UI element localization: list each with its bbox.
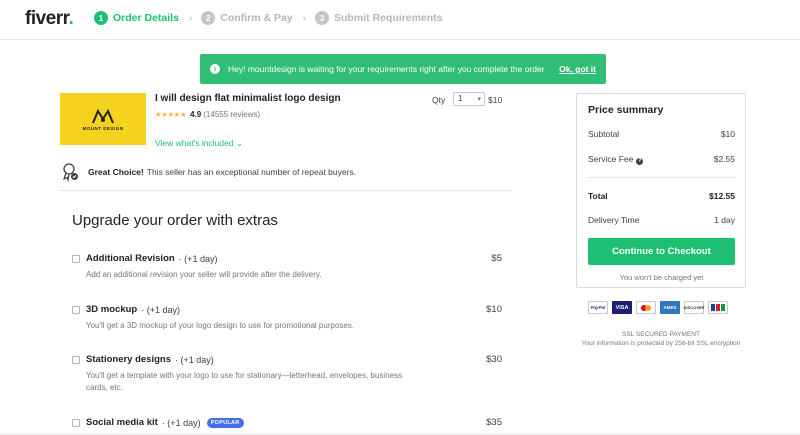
service-fee-value: $2.55 bbox=[713, 154, 735, 164]
not-charged-note: You won't be charged yet bbox=[619, 273, 704, 282]
service-fee-label: Service Fee bbox=[588, 154, 634, 164]
extra-name: Stationery designs bbox=[86, 354, 171, 365]
extra-checkbox[interactable] bbox=[72, 355, 80, 364]
extras-title: Upgrade your order with extras bbox=[72, 212, 278, 229]
extra-price: $35 bbox=[486, 417, 502, 428]
quantity-select[interactable]: 1 ▾ bbox=[453, 92, 485, 106]
delivery-value: 1 day bbox=[714, 215, 735, 225]
ssl-description: Your information is protected by 256-bit… bbox=[581, 339, 741, 347]
subtotal-label: Subtotal bbox=[588, 129, 620, 139]
great-choice-text: This seller has an exceptional number of… bbox=[146, 167, 357, 177]
total-label: Total bbox=[588, 191, 608, 201]
subtotal-value: $10 bbox=[720, 129, 735, 139]
rating-separator: · bbox=[266, 110, 269, 119]
extra-days: · (+1 day) bbox=[141, 304, 180, 315]
extra-checkbox[interactable] bbox=[72, 254, 80, 263]
summary-divider bbox=[588, 177, 735, 178]
delivery-label: Delivery Time bbox=[588, 215, 640, 225]
extra-price: $5 bbox=[491, 253, 502, 264]
service-fee-row: Service Fee? $2.55 bbox=[588, 154, 735, 165]
payment-methods: PayPal VISA AMEX DISCOVER bbox=[588, 301, 732, 314]
step-number: 2 bbox=[201, 11, 216, 25]
logo-text: fiverr bbox=[25, 8, 69, 29]
great-choice-banner: Great Choice! This seller has an excepti… bbox=[60, 162, 356, 182]
extra-checkbox[interactable] bbox=[72, 305, 80, 314]
continue-to-checkout-button[interactable]: Continue to Checkout bbox=[588, 238, 735, 265]
gig-rating: ★★★★★ 4.9 (14555 reviews) · bbox=[155, 110, 269, 119]
view-included-link[interactable]: View what's included ⌄ bbox=[155, 138, 243, 149]
total-row: Total $12.55 bbox=[588, 191, 735, 201]
extra-name: Additional Revision bbox=[86, 253, 175, 264]
notice-message: Hey! mountdesign is waiting for your req… bbox=[228, 64, 545, 74]
paypal-icon: PayPal bbox=[588, 301, 608, 314]
gig-price: $10 bbox=[488, 95, 503, 105]
logo-dot: . bbox=[68, 8, 74, 29]
delivery-time-row: Delivery Time 1 day bbox=[588, 215, 735, 225]
ok-got-it-link[interactable]: Ok, got it bbox=[559, 64, 596, 74]
step-order-details[interactable]: 1 Order Details bbox=[94, 11, 179, 25]
star-rating-icon: ★★★★★ bbox=[155, 110, 187, 119]
section-divider bbox=[60, 190, 512, 191]
discover-icon: DISCOVER bbox=[684, 301, 704, 314]
review-count: (14555 reviews) bbox=[203, 110, 261, 119]
requirements-notice: i Hey! mountdesign is waiting for your r… bbox=[200, 54, 606, 84]
qty-label: Qty bbox=[432, 95, 446, 105]
step-label: Confirm & Pay bbox=[220, 12, 293, 24]
step-label: Order Details bbox=[113, 12, 179, 24]
visa-icon: VISA bbox=[612, 301, 632, 314]
subtotal-row: Subtotal $10 bbox=[588, 129, 735, 139]
step-submit-requirements: 3 Submit Requirements bbox=[315, 11, 443, 25]
extra-name: 3D mockup bbox=[86, 304, 138, 315]
extra-days: · (+1 day) bbox=[178, 253, 218, 264]
extra-description: Add an additional revision your seller w… bbox=[86, 270, 322, 279]
info-icon: i bbox=[210, 64, 220, 74]
step-number: 3 bbox=[315, 11, 329, 25]
popular-badge: POPULAR bbox=[206, 417, 244, 428]
top-header: fiverr. 1 Order Details › 2 Confirm & Pa… bbox=[0, 0, 800, 40]
quantity-value: 1 bbox=[458, 94, 463, 103]
amex-icon: AMEX bbox=[660, 301, 680, 314]
rating-score: 4.9 bbox=[190, 110, 202, 119]
chevron-down-icon: ▾ bbox=[477, 96, 481, 103]
jcb-icon bbox=[708, 301, 728, 314]
extra-days: · (+1 day) bbox=[175, 354, 214, 365]
award-icon bbox=[62, 163, 78, 182]
chevron-right-icon: › bbox=[302, 12, 306, 24]
extra-checkbox[interactable] bbox=[72, 418, 80, 427]
thumb-brand-text: MOUNT DESIGN bbox=[82, 125, 124, 131]
extra-stationery-designs[interactable]: Stationery designs · (+1 day) $30 You'll… bbox=[72, 354, 502, 394]
price-summary-card: Price summary Subtotal $10 Service Fee? … bbox=[576, 93, 746, 288]
extra-name: Social media kit bbox=[86, 417, 158, 428]
extra-description: You'll get a 3D mockup of your logo desi… bbox=[86, 321, 355, 330]
ssl-title: SSL SECURED PAYMENT bbox=[622, 331, 700, 338]
extra-social-media-kit[interactable]: Social media kit · (+1 day) POPULAR $35 bbox=[72, 417, 502, 428]
extra-description: You'll get a template with your logo to … bbox=[86, 371, 403, 392]
step-label: Submit Requirements bbox=[334, 12, 443, 24]
step-confirm-pay: 2 Confirm & Pay bbox=[201, 11, 293, 25]
extra-3d-mockup[interactable]: 3D mockup · (+1 day) $10 You'll get a 3D… bbox=[72, 304, 502, 332]
help-icon[interactable]: ? bbox=[636, 158, 644, 165]
extra-price: $10 bbox=[486, 304, 502, 315]
total-value: $12.55 bbox=[709, 191, 735, 201]
ssl-notice: SSL SECURED PAYMENT Your information is … bbox=[576, 331, 746, 348]
step-number: 1 bbox=[94, 11, 108, 25]
gig-title: I will design flat minimalist logo desig… bbox=[155, 93, 341, 104]
extra-additional-revision[interactable]: Additional Revision · (+1 day) $5 Add an… bbox=[72, 253, 502, 281]
checkout-steps: 1 Order Details › 2 Confirm & Pay › 3 Su… bbox=[94, 11, 443, 25]
chevron-right-icon: › bbox=[188, 12, 193, 24]
extra-days: · (+1 day) bbox=[161, 417, 201, 428]
great-choice-title: Great Choice! bbox=[88, 167, 144, 177]
gig-thumbnail[interactable]: MOUNT DESIGN bbox=[60, 93, 146, 145]
summary-title: Price summary bbox=[588, 104, 664, 116]
mountain-logo-icon bbox=[92, 108, 114, 123]
fiverr-logo[interactable]: fiverr. bbox=[25, 8, 74, 30]
extra-price: $30 bbox=[486, 354, 502, 365]
mastercard-icon bbox=[636, 301, 656, 314]
